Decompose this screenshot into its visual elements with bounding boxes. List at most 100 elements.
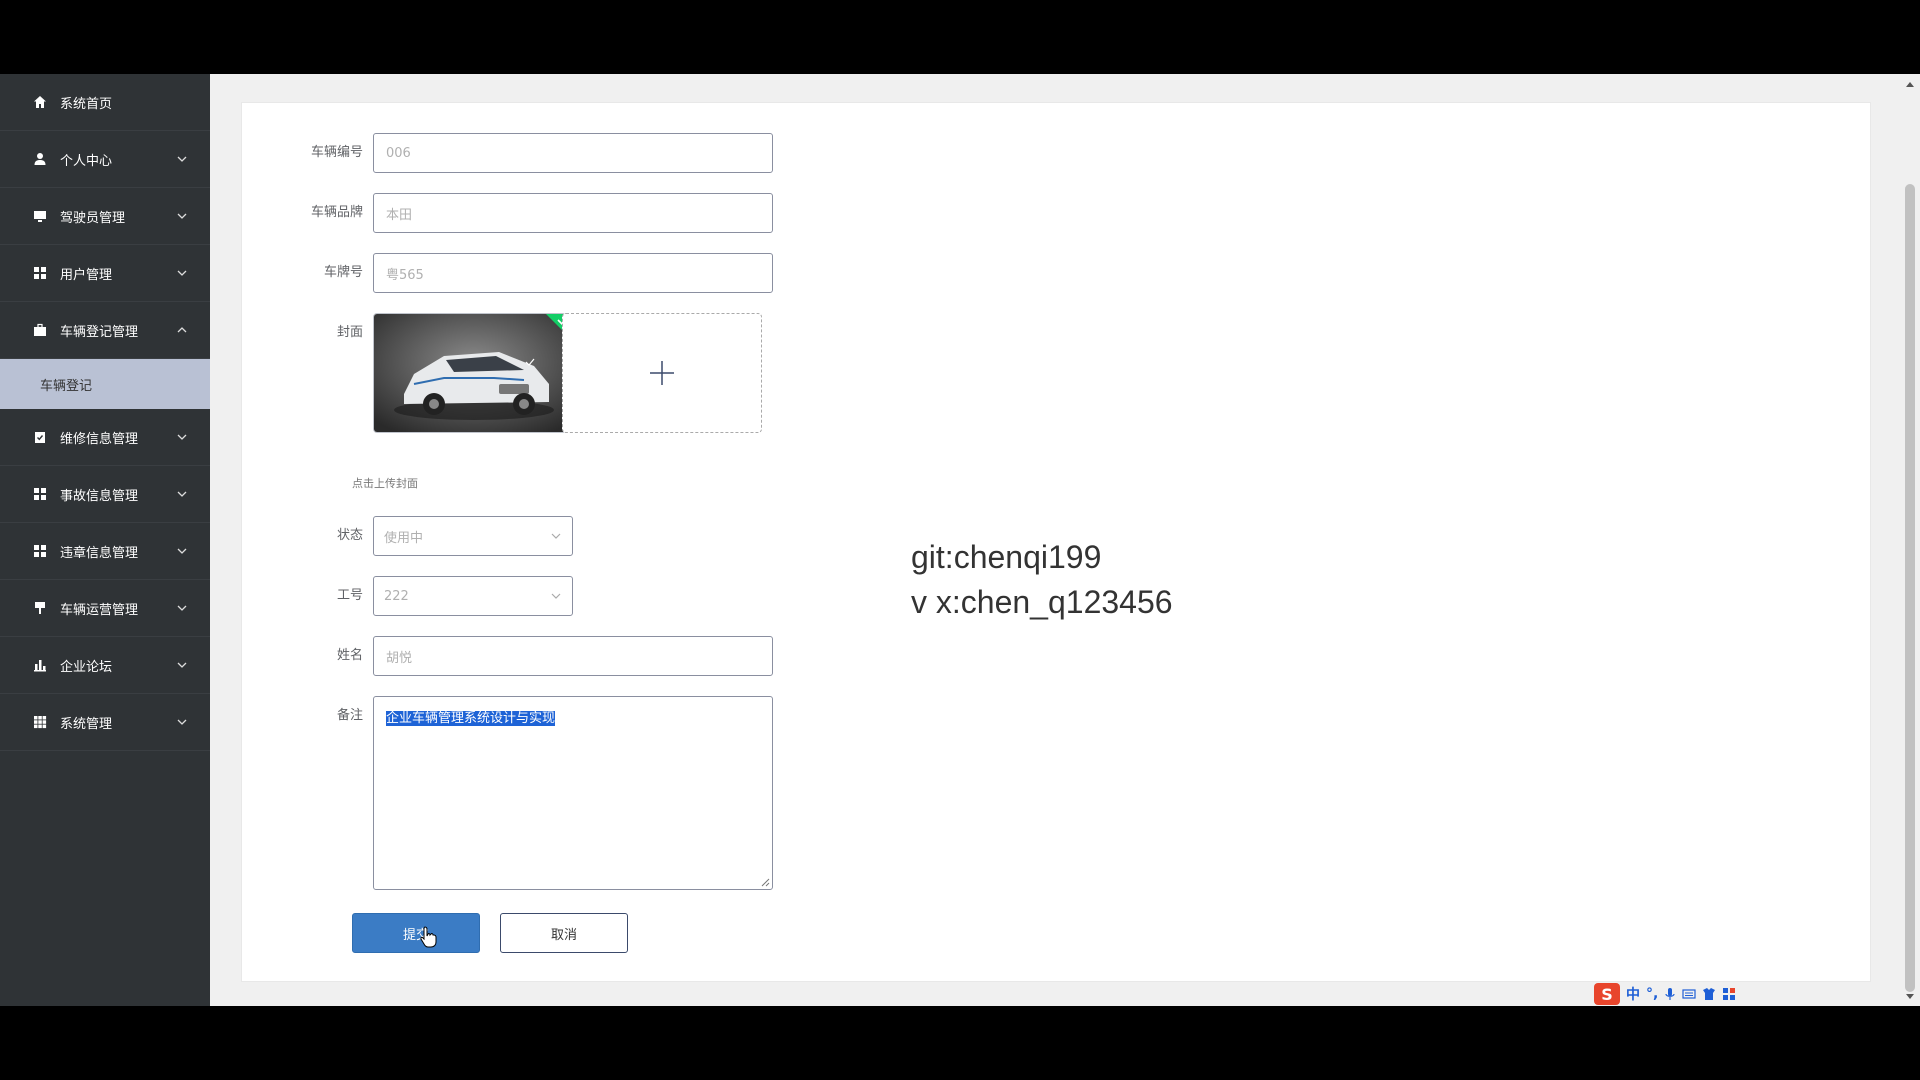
clipboard-icon (32, 429, 48, 445)
sidebar-item-home[interactable]: 系统首页 (0, 74, 210, 131)
brand-label: 车辆品牌 (310, 205, 363, 220)
car-photo (374, 314, 572, 432)
sidebar-item-label: 事故信息管理 (60, 488, 139, 504)
submit-button[interactable]: 提交 (352, 913, 480, 953)
plate-input[interactable]: 粤565 (373, 253, 773, 293)
cover-upload-tip: 点击上传封面 (352, 477, 418, 490)
sidebar-item-label: 违章信息管理 (60, 545, 139, 561)
chevron-down-icon (177, 270, 187, 276)
job-no-label: 工号 (336, 588, 363, 603)
cover-upload-button[interactable] (562, 313, 762, 433)
name-label: 姓名 (336, 648, 363, 663)
grid-icon (32, 265, 48, 281)
chevron-down-icon (177, 548, 187, 554)
chevron-down-icon (177, 662, 187, 668)
microphone-icon[interactable] (1664, 987, 1676, 1001)
sidebar-item-label: 企业论坛 (60, 659, 113, 675)
status-value: 使用中 (384, 530, 424, 546)
sidebar-item-label: 系统管理 (60, 716, 113, 732)
brand-row: 车辆品牌 本田 (242, 193, 773, 233)
status-row: 状态 使用中 (242, 516, 573, 556)
sidebar-item-violation[interactable]: 违章信息管理 (0, 523, 210, 580)
chevron-down-icon (177, 434, 187, 440)
cover-label: 封面 (336, 325, 363, 340)
sidebar-subitem-vehicle-register[interactable]: 车辆登记 (0, 359, 210, 409)
remark-row: 备注 企业车辆管理系统设计与实现 (242, 696, 773, 890)
bar-chart-icon (32, 657, 48, 673)
chevron-down-icon (551, 593, 561, 599)
sidebar-item-user[interactable]: 用户管理 (0, 245, 210, 302)
hand-cursor-icon (420, 926, 437, 948)
plate-row: 车牌号 粤565 (242, 253, 773, 293)
plus-icon (650, 361, 674, 385)
home-icon (32, 94, 48, 110)
sidebar-item-label: 系统首页 (60, 96, 113, 112)
sidebar-item-vehicle-registration[interactable]: 车辆登记管理 (0, 302, 210, 359)
chevron-down-icon (177, 719, 187, 725)
scroll-up-arrow-icon[interactable] (1906, 82, 1914, 87)
scroll-thumb[interactable] (1905, 184, 1915, 992)
keyboard-icon[interactable] (1682, 988, 1696, 1000)
name-row: 姓名 胡悦 (242, 636, 773, 676)
cancel-button[interactable]: 取消 (500, 913, 628, 953)
toolbox-icon[interactable] (1722, 987, 1736, 1001)
sidebar-item-driver[interactable]: 驾驶员管理 (0, 188, 210, 245)
user-icon (32, 151, 48, 167)
vehicle-no-input[interactable]: 006 (373, 133, 773, 173)
sidebar-item-label: 维修信息管理 (60, 431, 139, 447)
sidebar-item-operation[interactable]: 车辆运营管理 (0, 580, 210, 637)
cover-image[interactable] (373, 313, 573, 433)
grid-icon (32, 486, 48, 502)
sidebar-item-label: 驾驶员管理 (60, 210, 126, 226)
chevron-down-icon (551, 533, 561, 539)
remark-textarea[interactable]: 企业车辆管理系统设计与实现 (373, 696, 773, 890)
cover-row: 封面 (242, 313, 573, 433)
sidebar-item-forum[interactable]: 企业论坛 (0, 637, 210, 694)
flag-icon (32, 600, 48, 616)
grid-icon (32, 543, 48, 559)
plate-label: 车牌号 (323, 265, 363, 280)
chevron-down-icon (177, 156, 187, 162)
ime-toolbar[interactable]: S 中 °, (1594, 982, 1774, 1006)
status-select[interactable]: 使用中 (373, 516, 573, 556)
ime-lang-toggle[interactable]: 中 (1626, 984, 1640, 1004)
sidebar-item-accident[interactable]: 事故信息管理 (0, 466, 210, 523)
job-no-value: 222 (384, 588, 409, 604)
sidebar-item-system[interactable]: 系统管理 (0, 694, 210, 751)
sidebar-item-label: 用户管理 (60, 267, 113, 283)
ime-punct-toggle[interactable]: °, (1646, 986, 1658, 1002)
sidebar-item-maintenance[interactable]: 维修信息管理 (0, 409, 210, 466)
form-card: 车辆编号 006 车辆品牌 本田 车牌号 粤565 封面 点击上传封面 状态 使… (241, 102, 1871, 982)
briefcase-icon (32, 322, 48, 338)
job-no-row: 工号 222 (242, 576, 573, 616)
sidebar-item-personal-center[interactable]: 个人中心 (0, 131, 210, 188)
remark-text: 企业车辆管理系统设计与实现 (386, 711, 556, 726)
watermark-line-2: v x:chen_q123456 (911, 584, 1173, 620)
main-content: 车辆编号 006 车辆品牌 本田 车牌号 粤565 封面 点击上传封面 状态 使… (210, 74, 1900, 1006)
sidebar-item-label: 车辆运营管理 (60, 602, 139, 618)
sidebar-subitem-label: 车辆登记 (40, 378, 93, 394)
chevron-down-icon (177, 605, 187, 611)
vehicle-no-row: 车辆编号 006 (242, 133, 773, 173)
resize-grip-icon[interactable] (760, 877, 770, 887)
sidebar: 系统首页 个人中心 驾驶员管理 用户管理 车辆登记管理 车辆登记 维修信息管理 … (0, 74, 210, 1006)
vehicle-no-label: 车辆编号 (310, 145, 363, 160)
scroll-down-arrow-icon[interactable] (1906, 994, 1914, 999)
name-input[interactable]: 胡悦 (373, 636, 773, 676)
sidebar-item-label: 车辆登记管理 (60, 324, 139, 340)
status-label: 状态 (336, 528, 363, 543)
monitor-icon (32, 208, 48, 224)
skin-icon[interactable] (1702, 987, 1716, 1001)
chevron-up-icon (177, 327, 187, 333)
brand-input[interactable]: 本田 (373, 193, 773, 233)
app-screen: 系统首页 个人中心 驾驶员管理 用户管理 车辆登记管理 车辆登记 维修信息管理 … (0, 74, 1920, 1006)
chevron-down-icon (177, 491, 187, 497)
remark-label: 备注 (336, 708, 363, 723)
page-scrollbar[interactable] (1900, 74, 1920, 1006)
job-no-select[interactable]: 222 (373, 576, 573, 616)
sogou-logo: S (1594, 983, 1620, 1005)
watermark-line-1: git:chenqi199 (911, 539, 1102, 575)
table-icon (32, 714, 48, 730)
sidebar-item-label: 个人中心 (60, 153, 113, 169)
chevron-down-icon (177, 213, 187, 219)
